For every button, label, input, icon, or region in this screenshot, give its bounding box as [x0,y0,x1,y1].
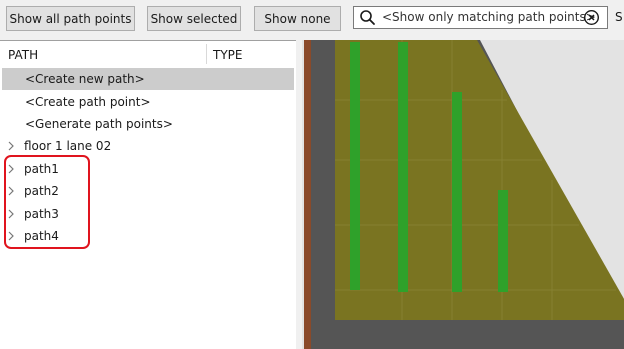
column-header-path[interactable]: PATH [8,48,38,62]
show-all-path-points-button[interactable]: Show all path points [6,6,135,31]
annotation-highlight-box [4,155,90,249]
show-selected-button[interactable]: Show selected [147,6,241,31]
toolbar-overflow-label[interactable]: S [615,10,623,24]
tree-item-label: <Generate path points> [25,117,173,131]
column-header-type[interactable]: TYPE [213,48,242,62]
toolbar: Show all path points Show selected Show … [0,0,624,40]
search-icon [360,10,375,25]
show-none-button[interactable]: Show none [254,6,341,31]
tree-header: PATH TYPE [0,41,296,65]
floor-edge-strip [304,40,311,349]
3d-viewport[interactable] [302,40,624,349]
path-point-filter-input[interactable]: <Show only matching path points> [353,6,608,29]
column-divider[interactable] [206,44,207,64]
chevron-right-icon[interactable] [7,141,15,151]
path-editor-window: Show all path points Show selected Show … [0,0,624,349]
clear-search-icon[interactable] [583,9,600,26]
tree-action-generate-path-points[interactable]: <Generate path points> [2,113,294,135]
floor-plan-canvas[interactable] [302,40,624,349]
tree-item-floor-1-lane-02[interactable]: floor 1 lane 02 [2,135,294,157]
search-placeholder: <Show only matching path points> [382,10,596,24]
path-lane-1 [350,42,360,290]
path-lane-2 [398,42,408,292]
path-lane-3 [452,92,462,292]
tree-action-create-path-point[interactable]: <Create path point> [2,91,294,113]
path-lane-4 [498,190,508,292]
tree-item-label: floor 1 lane 02 [24,139,112,153]
tree-action-create-new-path[interactable]: <Create new path> [2,68,294,90]
tree-item-label: <Create new path> [25,72,145,86]
tree-item-label: <Create path point> [25,95,151,109]
